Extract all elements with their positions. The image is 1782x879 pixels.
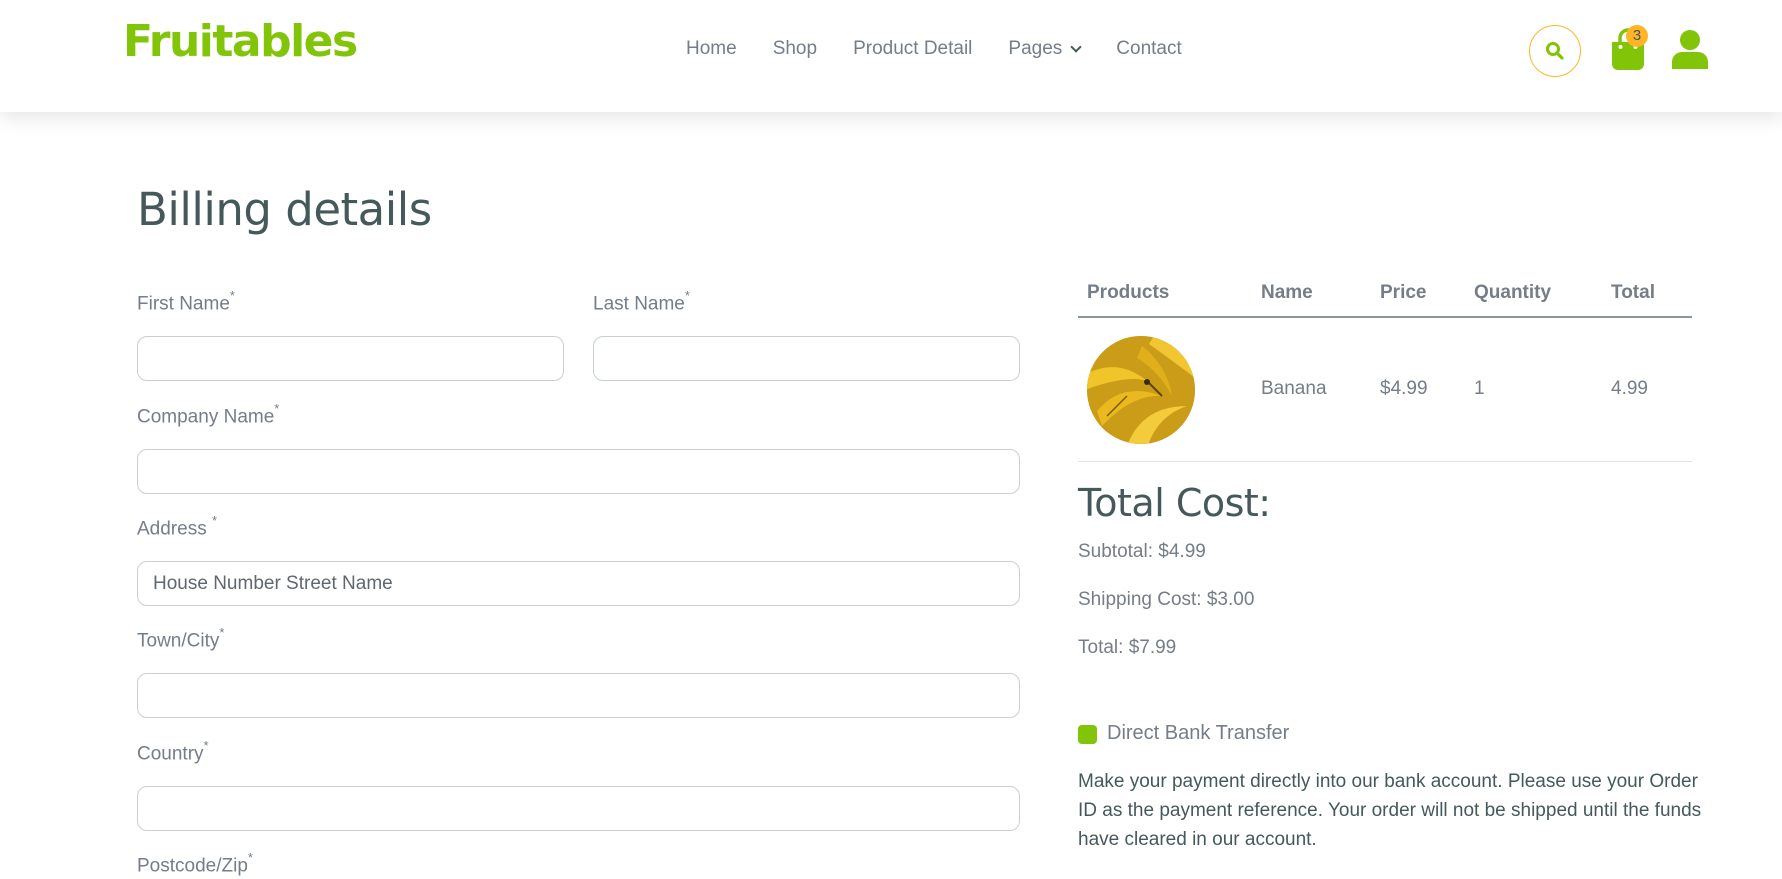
town-city-input[interactable] — [137, 673, 1020, 718]
company-name-label: Company Name* — [137, 401, 280, 428]
nav-product-detail[interactable]: Product Detail — [853, 38, 972, 60]
first-name-label: First Name* — [137, 288, 235, 315]
item-quantity: 1 — [1474, 378, 1485, 399]
table-row-divider — [1078, 461, 1692, 462]
nav-contact[interactable]: Contact — [1116, 38, 1181, 60]
nav-shop[interactable]: Shop — [773, 38, 817, 60]
direct-bank-transfer-checkbox[interactable] — [1078, 725, 1097, 744]
last-name-label: Last Name* — [593, 288, 690, 315]
col-quantity: Quantity — [1474, 282, 1552, 303]
address-label: Address * — [137, 513, 218, 540]
country-input[interactable] — [137, 786, 1020, 831]
payment-description: Make your payment directly into our bank… — [1078, 771, 1702, 850]
town-city-label: Town/City* — [137, 625, 225, 652]
col-total: Total — [1611, 282, 1655, 303]
item-total: 4.99 — [1611, 378, 1648, 399]
total-cost-title: Total Cost: — [1078, 481, 1271, 525]
col-name: Name — [1261, 282, 1313, 303]
direct-bank-transfer-label[interactable]: Direct Bank Transfer — [1107, 722, 1289, 745]
search-icon — [1546, 42, 1564, 60]
col-products: Products — [1087, 282, 1170, 303]
item-name: Banana — [1261, 378, 1327, 399]
company-name-input[interactable] — [137, 449, 1020, 494]
nav-home[interactable]: Home — [686, 38, 737, 60]
postcode-label: Postcode/Zip* — [137, 850, 253, 877]
last-name-input[interactable] — [593, 336, 1020, 381]
first-name-input[interactable] — [137, 336, 564, 381]
address-input[interactable] — [137, 561, 1020, 606]
shipping-cost-text: Shipping Cost: $3.00 — [1078, 589, 1255, 610]
main-nav: Home Shop Product Detail Pages Contact — [686, 38, 1182, 60]
chevron-down-icon — [1070, 40, 1082, 53]
nav-pages[interactable]: Pages — [1008, 38, 1082, 60]
subtotal-text: Subtotal: $4.99 — [1078, 541, 1206, 562]
page-title: Billing details — [137, 183, 432, 236]
table-header-divider — [1078, 316, 1692, 318]
grand-total-text: Total: $7.99 — [1078, 637, 1177, 658]
user-icon[interactable] — [1672, 29, 1708, 69]
cart-count-badge: 3 — [1626, 25, 1648, 47]
search-button[interactable] — [1529, 25, 1581, 77]
nav-pages-label: Pages — [1008, 38, 1063, 59]
item-price: $4.99 — [1380, 378, 1428, 399]
brand-logo[interactable]: Fruitables — [123, 16, 358, 67]
col-price: Price — [1380, 282, 1427, 303]
country-label: Country* — [137, 738, 209, 765]
banana-image — [1087, 336, 1195, 444]
navbar: Fruitables Home Shop Product Detail Page… — [0, 0, 1782, 112]
